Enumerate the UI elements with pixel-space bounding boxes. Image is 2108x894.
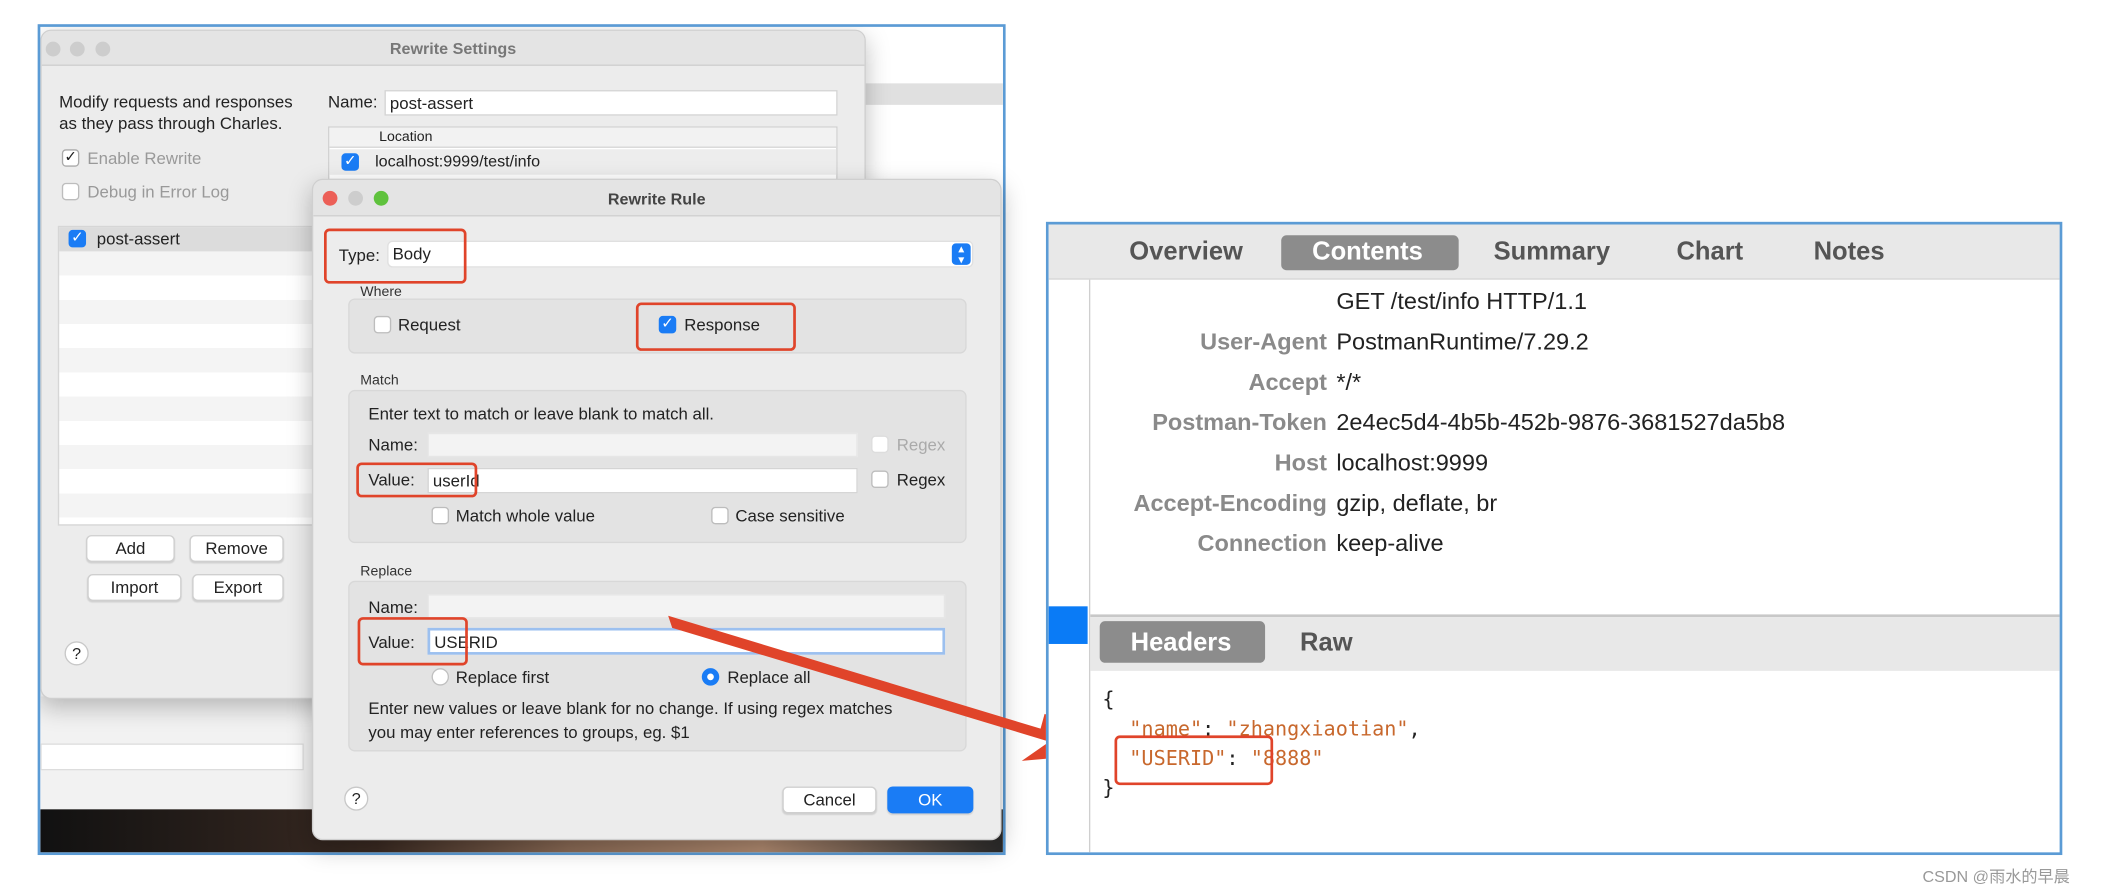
- selected-row-marker: [1048, 606, 1088, 644]
- header-value: gzip, deflate, br: [1336, 489, 1498, 517]
- header-value: keep-alive: [1336, 529, 1444, 557]
- header-key: User-Agent: [1200, 328, 1327, 355]
- tab-notes[interactable]: Notes: [1814, 238, 1885, 268]
- tab-summary[interactable]: Summary: [1494, 238, 1610, 268]
- json-close-brace: }: [1102, 775, 1115, 800]
- header-key: Connection: [1197, 529, 1327, 557]
- userid-highlight: [1114, 735, 1274, 786]
- subtab-raw[interactable]: Raw: [1300, 629, 1353, 659]
- header-value: */*: [1336, 368, 1362, 396]
- header-key: Accept: [1248, 368, 1327, 396]
- request-line: GET /test/info HTTP/1.1: [1336, 287, 1587, 315]
- right-screenshot-frame: Overview Contents Summary Chart Notes GE…: [1045, 221, 2063, 856]
- header-key: Postman-Token: [1152, 408, 1327, 436]
- tab-chart[interactable]: Chart: [1676, 238, 1743, 268]
- header-key: Accept-Encoding: [1133, 489, 1327, 517]
- json-open-brace: {: [1102, 686, 1115, 712]
- header-key: Host: [1274, 449, 1327, 476]
- watermark: CSDN @雨水的早晨: [1922, 867, 2070, 886]
- header-value: 2e4ec5d4-4b5b-452b-9876-3681527da5b8: [1336, 408, 1786, 436]
- header-value: PostmanRuntime/7.29.2: [1336, 328, 1589, 355]
- tab-overview[interactable]: Overview: [1129, 238, 1243, 268]
- subtab-headers[interactable]: Headers: [1131, 629, 1232, 659]
- header-value: localhost:9999: [1336, 449, 1489, 476]
- tab-contents[interactable]: Contents: [1312, 238, 1423, 268]
